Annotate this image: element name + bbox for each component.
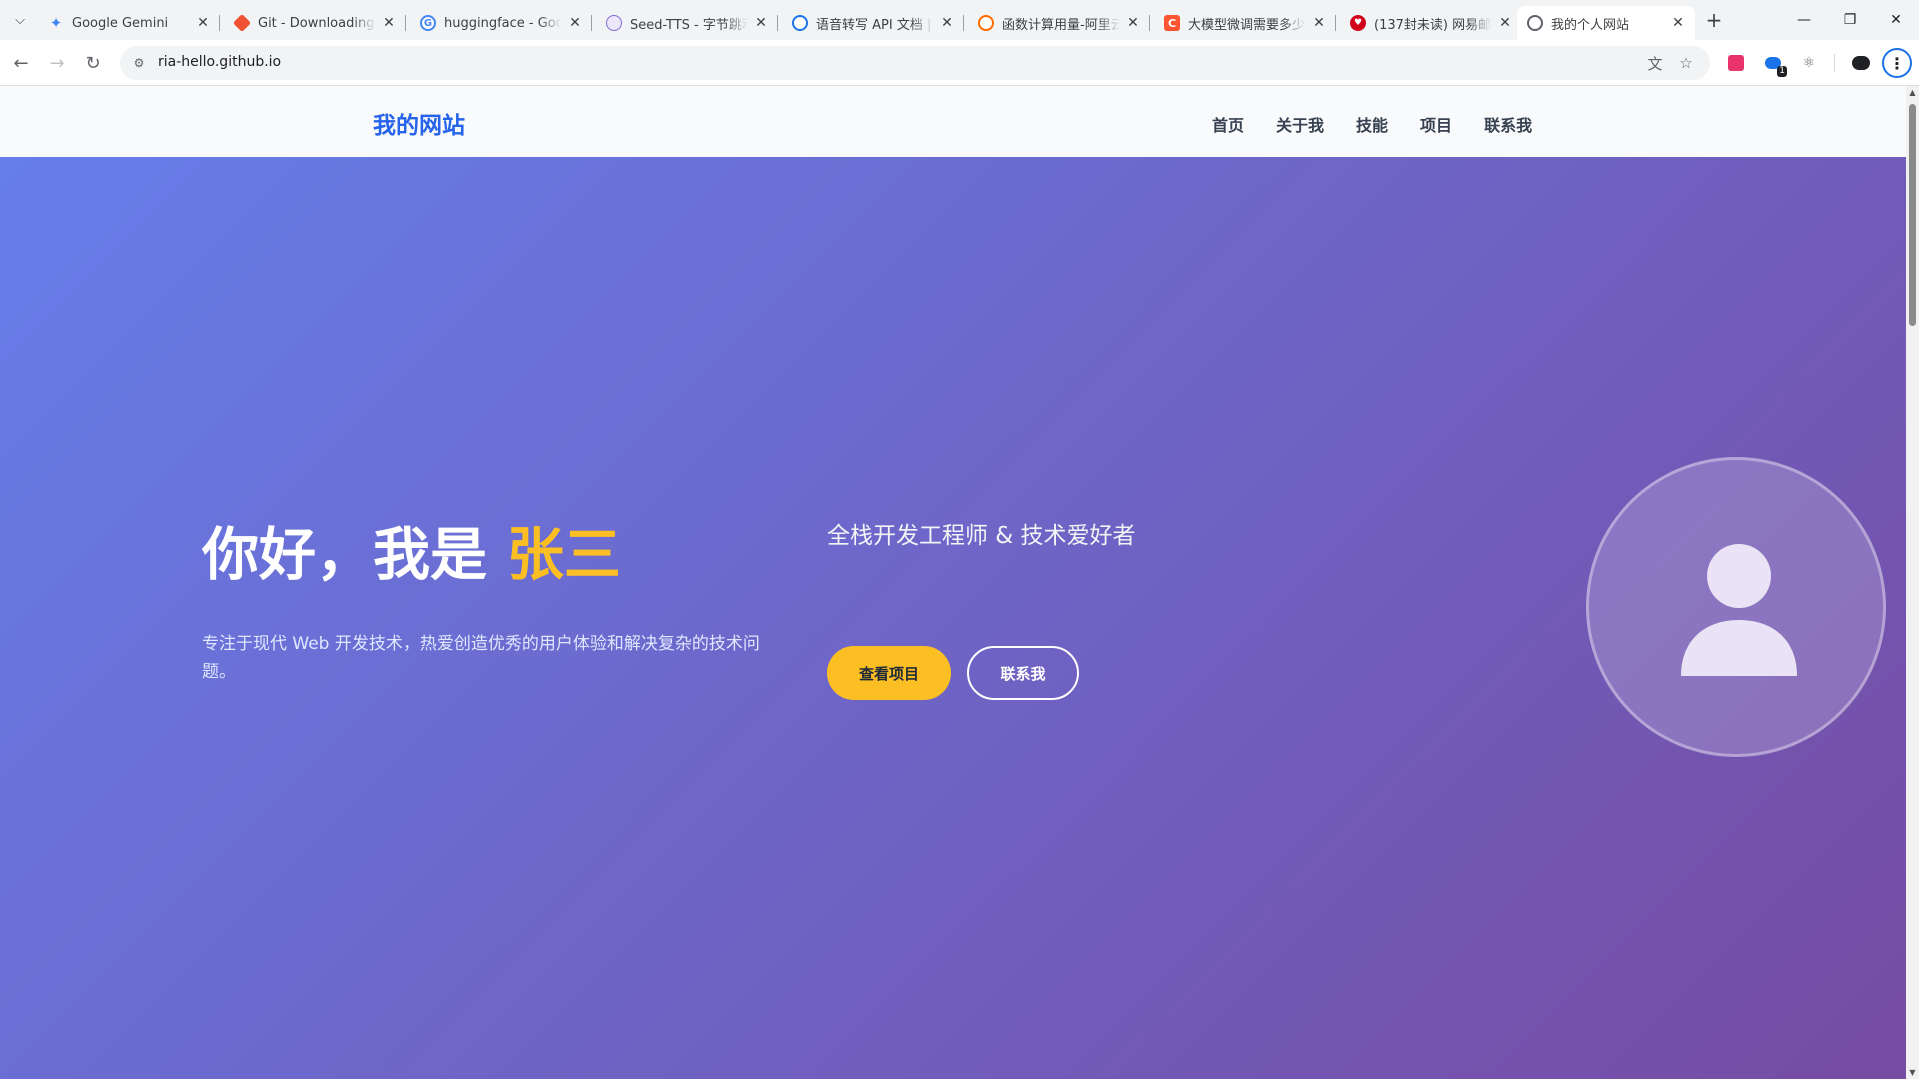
tab-title: 语音转写 API 文档 | 讯飞 xyxy=(816,17,934,33)
iflytek-icon xyxy=(792,15,808,31)
tab-seed-tts[interactable]: Seed-TTS - 字节跳动 ✕ xyxy=(596,6,778,40)
toolbar-divider xyxy=(1834,54,1835,72)
nav-projects[interactable]: 项目 xyxy=(1420,112,1452,136)
profile-glyph xyxy=(1852,56,1870,70)
forward-button[interactable]: → xyxy=(42,48,72,78)
tab-title: Git - Downloading Package xyxy=(258,15,376,31)
tab-huggingface-search[interactable]: G huggingface - Google Search ✕ xyxy=(410,6,592,40)
site-info-icon[interactable]: ⚙ xyxy=(130,54,148,72)
aliyun-icon xyxy=(978,15,994,31)
netease-icon: ♥ xyxy=(1350,15,1366,31)
nav-about[interactable]: 关于我 xyxy=(1276,112,1324,136)
tab-csdn[interactable]: C 大模型微调需要多少显存 ✕ xyxy=(1154,6,1336,40)
globe-icon xyxy=(1527,15,1543,31)
tab-title: Google Gemini xyxy=(72,15,169,31)
tab-separator xyxy=(591,15,592,31)
google-icon: G xyxy=(420,15,436,31)
close-icon[interactable]: ✕ xyxy=(194,14,212,32)
close-icon[interactable]: ✕ xyxy=(1669,14,1687,32)
site-nav: 首页 关于我 技能 项目 联系我 xyxy=(1212,112,1532,136)
tab-separator xyxy=(777,15,778,31)
url-text[interactable]: ria-hello.github.io xyxy=(158,54,281,70)
scrollbar-thumb[interactable] xyxy=(1909,104,1916,326)
tab-separator xyxy=(1335,15,1336,31)
contact-me-button[interactable]: 联系我 xyxy=(967,646,1079,700)
close-icon: ✕ xyxy=(1890,12,1902,28)
nav-contact[interactable]: 联系我 xyxy=(1484,112,1532,136)
tab-separator xyxy=(963,15,964,31)
arrow-left-icon: ← xyxy=(13,52,29,74)
tab-google-gemini[interactable]: ✦ Google Gemini ✕ xyxy=(38,6,220,40)
reload-button[interactable]: ↻ xyxy=(78,48,108,78)
minimize-icon: — xyxy=(1797,12,1811,28)
tab-title: 函数计算用量-阿里云 xyxy=(1002,17,1120,33)
scroll-up-icon[interactable]: ▲ xyxy=(1909,89,1916,97)
plus-icon: + xyxy=(1705,8,1723,32)
translate-icon[interactable]: 文 xyxy=(1645,53,1665,73)
tab-personal-site[interactable]: 我的个人网站 ✕ xyxy=(1517,6,1695,40)
git-icon xyxy=(232,13,252,33)
hero-name: 张三 xyxy=(506,522,621,588)
site-header: 我的网站 首页 关于我 技能 项目 联系我 xyxy=(0,86,1906,157)
extension-badge: 1 xyxy=(1777,66,1787,77)
view-projects-button[interactable]: 查看项目 xyxy=(827,646,951,700)
address-bar[interactable]: ⚙ ria-hello.github.io 文 ☆ xyxy=(120,46,1710,80)
profile-avatar-icon[interactable] xyxy=(1850,52,1872,74)
hero-subtitle: 全栈开发工程师 & 技术爱好者 xyxy=(827,523,1136,549)
avatar xyxy=(1586,457,1886,757)
tab-iflytek-api[interactable]: 语音转写 API 文档 | 讯飞 ✕ xyxy=(782,6,964,40)
close-window-button[interactable]: ✕ xyxy=(1873,0,1919,40)
new-tab-button[interactable]: + xyxy=(1700,8,1728,32)
tab-strip: ⌵ ✦ Google Gemini ✕ Git - Downloading Pa… xyxy=(0,0,1919,40)
translate-extension-icon[interactable] xyxy=(1725,52,1747,74)
arrow-right-icon: → xyxy=(49,52,65,74)
tab-netease-mail[interactable]: ♥ (137封未读) 网易邮箱 ✕ xyxy=(1340,6,1522,40)
site-logo[interactable]: 我的网站 xyxy=(373,106,465,140)
user-icon xyxy=(1681,544,1797,676)
chevron-down-icon: ⌵ xyxy=(15,12,25,28)
more-vert-icon: ⋮ xyxy=(1889,53,1905,73)
close-icon[interactable]: ✕ xyxy=(1124,14,1142,32)
tab-title: 我的个人网站 xyxy=(1551,17,1630,33)
tab-aliyun[interactable]: 函数计算用量-阿里云 ✕ xyxy=(968,6,1150,40)
close-icon[interactable]: ✕ xyxy=(752,14,770,32)
tab-separator xyxy=(219,15,220,31)
tab-title: huggingface - Google Search xyxy=(444,15,562,31)
gemini-icon: ✦ xyxy=(49,14,63,32)
tab-git[interactable]: Git - Downloading Package ✕ xyxy=(224,6,406,40)
seed-icon xyxy=(606,15,622,31)
hero-description: 专注于现代 Web 开发技术，热爱创造优秀的用户体验和解决复杂的技术问题。 xyxy=(202,634,760,682)
browser-menu-button[interactable]: ⋮ xyxy=(1882,48,1912,78)
back-button[interactable]: ← xyxy=(6,48,36,78)
hero-section: 你好，我是 张三 全栈开发工程师 & 技术爱好者 专注于现代 Web 开发技术，… xyxy=(0,157,1906,1079)
minimize-button[interactable]: — xyxy=(1781,0,1827,40)
tab-title: 大模型微调需要多少显存 xyxy=(1188,17,1306,33)
hero-title: 你好，我是 张三 xyxy=(202,509,621,591)
cloud-extension-icon[interactable]: 1 xyxy=(1762,52,1787,77)
close-icon[interactable]: ✕ xyxy=(380,14,398,32)
close-icon[interactable]: ✕ xyxy=(1310,14,1328,32)
reload-icon: ↻ xyxy=(85,52,101,74)
restore-button[interactable]: ❐ xyxy=(1827,0,1873,40)
extensions-puzzle-icon[interactable]: ⚛ xyxy=(1798,52,1820,74)
close-icon[interactable]: ✕ xyxy=(938,14,956,32)
tab-separator xyxy=(1149,15,1150,31)
tab-title: Seed-TTS - 字节跳动 xyxy=(630,17,748,33)
translate-extension-glyph xyxy=(1728,55,1744,71)
restore-icon: ❐ xyxy=(1843,12,1857,28)
csdn-icon: C xyxy=(1164,15,1180,31)
tab-separator xyxy=(405,15,406,31)
tab-title: (137封未读) 网易邮箱 xyxy=(1374,17,1492,33)
bookmark-star-icon[interactable]: ☆ xyxy=(1676,53,1696,73)
page-scrollbar[interactable]: ▲ ▼ xyxy=(1906,86,1919,1079)
hero-title-prefix: 你好，我是 xyxy=(202,522,507,588)
tab-search-button[interactable]: ⌵ xyxy=(6,8,34,32)
close-icon[interactable]: ✕ xyxy=(566,14,584,32)
browser-toolbar: ← → ↻ ⚙ ria-hello.github.io 文 ☆ 1 ⚛ ⋮ xyxy=(0,40,1919,86)
close-icon[interactable]: ✕ xyxy=(1496,14,1514,32)
scroll-down-icon[interactable]: ▼ xyxy=(1909,1069,1916,1077)
nav-skills[interactable]: 技能 xyxy=(1356,112,1388,136)
page-viewport: 我的网站 首页 关于我 技能 项目 联系我 你好，我是 张三 全栈开发工程师 &… xyxy=(0,86,1919,1079)
nav-home[interactable]: 首页 xyxy=(1212,112,1244,136)
